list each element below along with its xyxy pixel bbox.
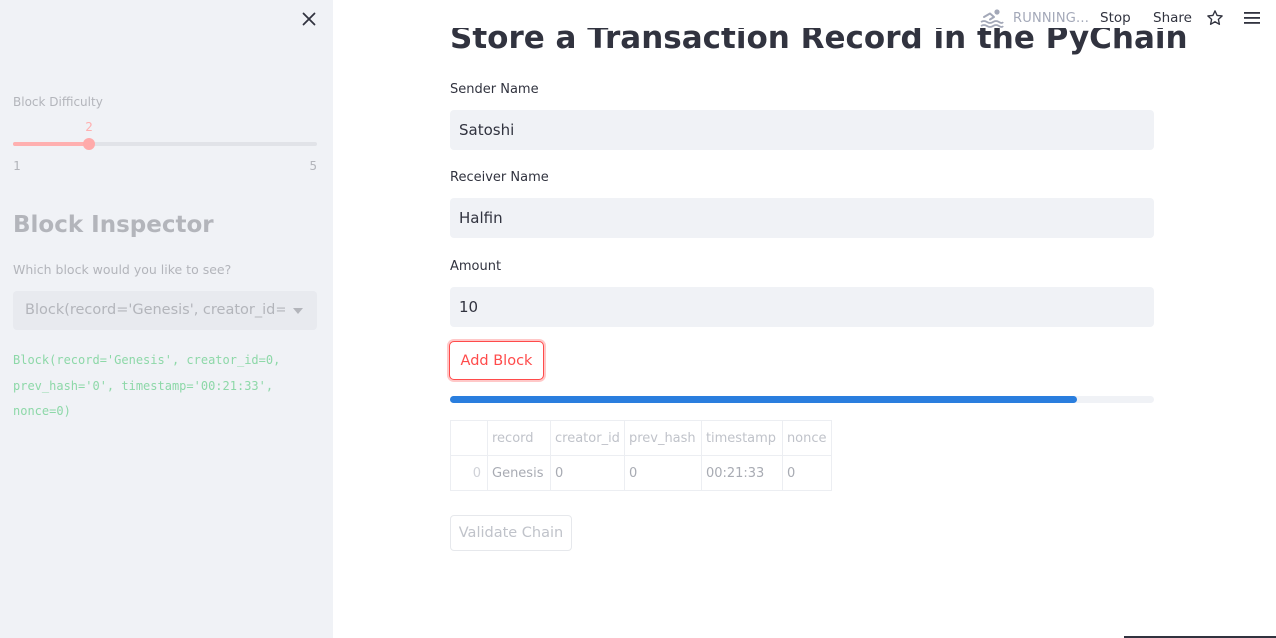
sidebar: Block Difficulty 2 1 5 Block Inspector W… — [0, 0, 333, 638]
hamburger-menu-icon[interactable] — [1243, 10, 1261, 26]
add-block-button[interactable]: Add Block — [449, 341, 544, 380]
close-sidebar-button[interactable] — [298, 8, 320, 30]
amount-input[interactable] — [450, 287, 1154, 327]
difficulty-label: Block Difficulty — [13, 95, 103, 109]
slider-max: 5 — [309, 158, 317, 173]
column-header[interactable]: timestamp — [700, 420, 783, 456]
difficulty-slider[interactable]: 2 1 5 — [13, 118, 317, 178]
column-header[interactable] — [450, 420, 488, 456]
receiver-input[interactable] — [450, 198, 1154, 238]
slider-value: 2 — [85, 119, 93, 134]
table-row: 0 Genesis 0 0 00:21:33 0 — [450, 455, 832, 491]
table-cell: 0 — [623, 455, 702, 491]
block-inspector-heading: Block Inspector — [13, 212, 214, 238]
close-icon — [302, 12, 316, 26]
table-cell: 0 — [450, 455, 488, 491]
amount-label: Amount — [450, 259, 502, 274]
progress-fill — [450, 396, 1077, 403]
block-select[interactable]: Block(record='Genesis', creator_id=... — [13, 291, 317, 330]
column-header[interactable]: creator_id — [550, 420, 625, 456]
column-header[interactable]: prev_hash — [623, 420, 702, 456]
share-button[interactable]: Share — [1153, 10, 1192, 26]
receiver-label: Receiver Name — [450, 170, 549, 185]
table-cell: 0 — [781, 455, 832, 491]
block-code-output: Block(record='Genesis', creator_id=0, pr… — [13, 353, 288, 418]
table-header-row: record creator_id prev_hash timestamp no… — [450, 420, 832, 456]
sender-input[interactable] — [450, 110, 1154, 150]
stop-button[interactable]: Stop — [1100, 10, 1131, 26]
swimmer-icon — [980, 9, 1004, 28]
block-select-label: Which block would you like to see? — [13, 262, 232, 277]
table-cell: 00:21:33 — [700, 455, 783, 491]
sender-label: Sender Name — [450, 82, 539, 97]
validate-chain-button[interactable]: Validate Chain — [450, 515, 572, 551]
slider-fill — [13, 142, 89, 146]
slider-track[interactable] — [13, 142, 317, 146]
progress-bar — [450, 396, 1154, 403]
column-header[interactable]: nonce — [781, 420, 832, 456]
block-select-value: Block(record='Genesis', creator_id=... — [25, 302, 285, 318]
table-cell: Genesis — [487, 455, 551, 491]
running-status: RUNNING... — [980, 7, 1089, 29]
slider-thumb[interactable] — [83, 138, 95, 150]
running-status-text: RUNNING... — [1013, 10, 1090, 26]
star-icon[interactable] — [1206, 9, 1224, 27]
blockchain-table: record creator_id prev_hash timestamp no… — [450, 420, 832, 491]
table-cell: 0 — [550, 455, 625, 491]
caret-down-icon — [293, 308, 303, 314]
column-header[interactable]: record — [487, 420, 551, 456]
slider-min: 1 — [13, 158, 21, 173]
